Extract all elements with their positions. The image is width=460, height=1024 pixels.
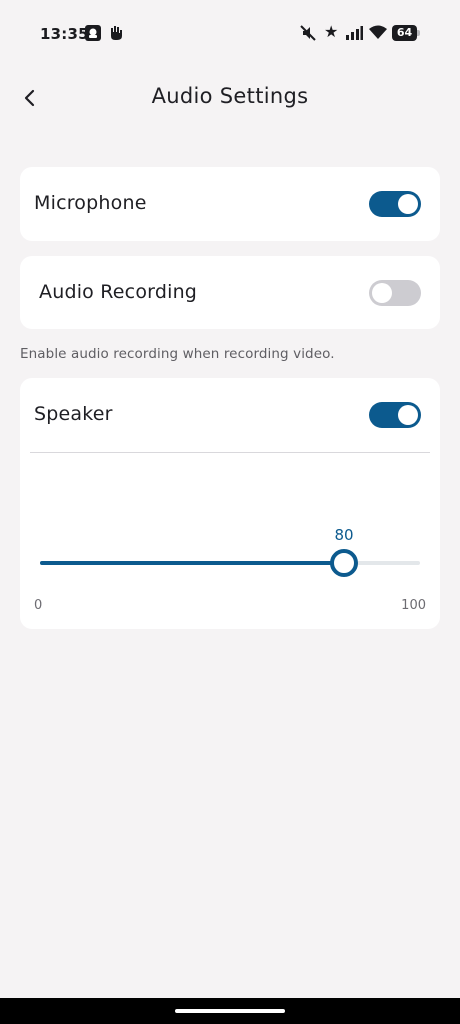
microphone-toggle[interactable] xyxy=(369,191,421,217)
audio-recording-helper-text: Enable audio recording when recording vi… xyxy=(20,346,335,362)
battery-icon: 64 xyxy=(392,25,420,41)
speaker-toggle[interactable] xyxy=(369,402,421,428)
star-icon: ★ xyxy=(324,22,339,41)
toggle-knob xyxy=(372,283,392,303)
divider xyxy=(30,452,430,453)
navigation-bar xyxy=(0,998,460,1024)
volume-value-label: 80 xyxy=(334,526,354,544)
audio-recording-card: Audio Recording xyxy=(20,256,440,329)
volume-slider-thumb[interactable] xyxy=(330,549,358,577)
battery-level: 64 xyxy=(396,26,413,39)
toggle-knob xyxy=(398,405,418,425)
volume-slider-fill xyxy=(40,561,344,565)
microphone-card: Microphone xyxy=(20,167,440,241)
status-bar: 13:35 ★ 64 xyxy=(0,0,460,68)
wifi-icon xyxy=(368,24,388,46)
notification-app-icon xyxy=(84,24,102,46)
audio-recording-label: Audio Recording xyxy=(39,281,198,303)
microphone-label: Microphone xyxy=(34,192,147,214)
speaker-card: Speaker 80 0 100 xyxy=(20,378,440,629)
speaker-label: Speaker xyxy=(34,403,113,425)
volume-min-label: 0 xyxy=(34,598,43,613)
signal-icon xyxy=(345,24,363,46)
mute-icon xyxy=(299,24,317,46)
page-title: Audio Settings xyxy=(151,84,309,108)
volume-max-label: 100 xyxy=(401,598,426,613)
home-indicator[interactable] xyxy=(175,1009,285,1013)
notification-hand-icon xyxy=(108,24,124,46)
toggle-knob xyxy=(398,194,418,214)
audio-recording-toggle[interactable] xyxy=(369,280,421,306)
status-time: 13:35 xyxy=(40,25,89,43)
